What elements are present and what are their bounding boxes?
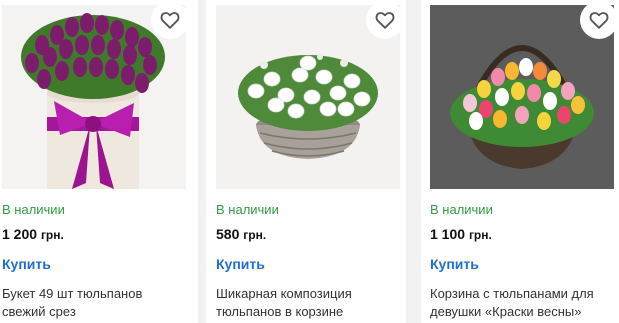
price-value: 1 100 xyxy=(430,226,466,242)
product-price: 580 грн. xyxy=(216,226,266,242)
product-card[interactable]: В наличии 1 200 грн. Купить Букет 49 шт … xyxy=(0,0,198,323)
heart-icon xyxy=(589,12,609,29)
favorite-button[interactable] xyxy=(580,1,618,39)
product-title[interactable]: Букет 49 шт тюльпанов свежий срез xyxy=(2,285,192,321)
product-grid: В наличии 1 200 грн. Купить Букет 49 шт … xyxy=(0,0,619,323)
availability-status: В наличии xyxy=(430,202,493,217)
product-price: 1 100 грн. xyxy=(430,226,492,242)
availability-status: В наличии xyxy=(2,202,65,217)
product-price: 1 200 грн. xyxy=(2,226,64,242)
favorite-button[interactable] xyxy=(366,1,404,39)
price-currency: грн. xyxy=(468,228,492,242)
heart-icon xyxy=(160,12,180,29)
buy-button[interactable]: Купить xyxy=(430,256,479,272)
price-value: 580 xyxy=(216,226,240,242)
product-title-line[interactable]: Корзина с тюльпанами для xyxy=(430,285,619,303)
price-currency: грн. xyxy=(243,228,267,242)
product-title[interactable]: Шикарная композиция тюльпанов в корзине xyxy=(216,285,406,321)
price-value: 1 200 xyxy=(2,226,38,242)
heart-icon xyxy=(375,12,395,29)
price-currency: грн. xyxy=(40,228,64,242)
product-card[interactable]: В наличии 1 100 грн. Купить Корзина с тю… xyxy=(421,0,619,323)
buy-button[interactable]: Купить xyxy=(216,256,265,272)
availability-status: В наличии xyxy=(216,202,279,217)
product-title-line[interactable]: девушки «Краски весны» xyxy=(430,303,619,321)
product-card[interactable]: В наличии 580 грн. Купить Шикарная компо… xyxy=(206,0,406,323)
product-title-line[interactable]: Букет 49 шт тюльпанов xyxy=(2,285,192,303)
buy-button[interactable]: Купить xyxy=(2,256,51,272)
product-title-line[interactable]: тюльпанов в корзине xyxy=(216,303,406,321)
product-title[interactable]: Корзина с тюльпанами для девушки «Краски… xyxy=(430,285,619,321)
favorite-button[interactable] xyxy=(151,1,189,39)
product-title-line[interactable]: свежий срез xyxy=(2,303,192,321)
product-title-line[interactable]: Шикарная композиция xyxy=(216,285,406,303)
